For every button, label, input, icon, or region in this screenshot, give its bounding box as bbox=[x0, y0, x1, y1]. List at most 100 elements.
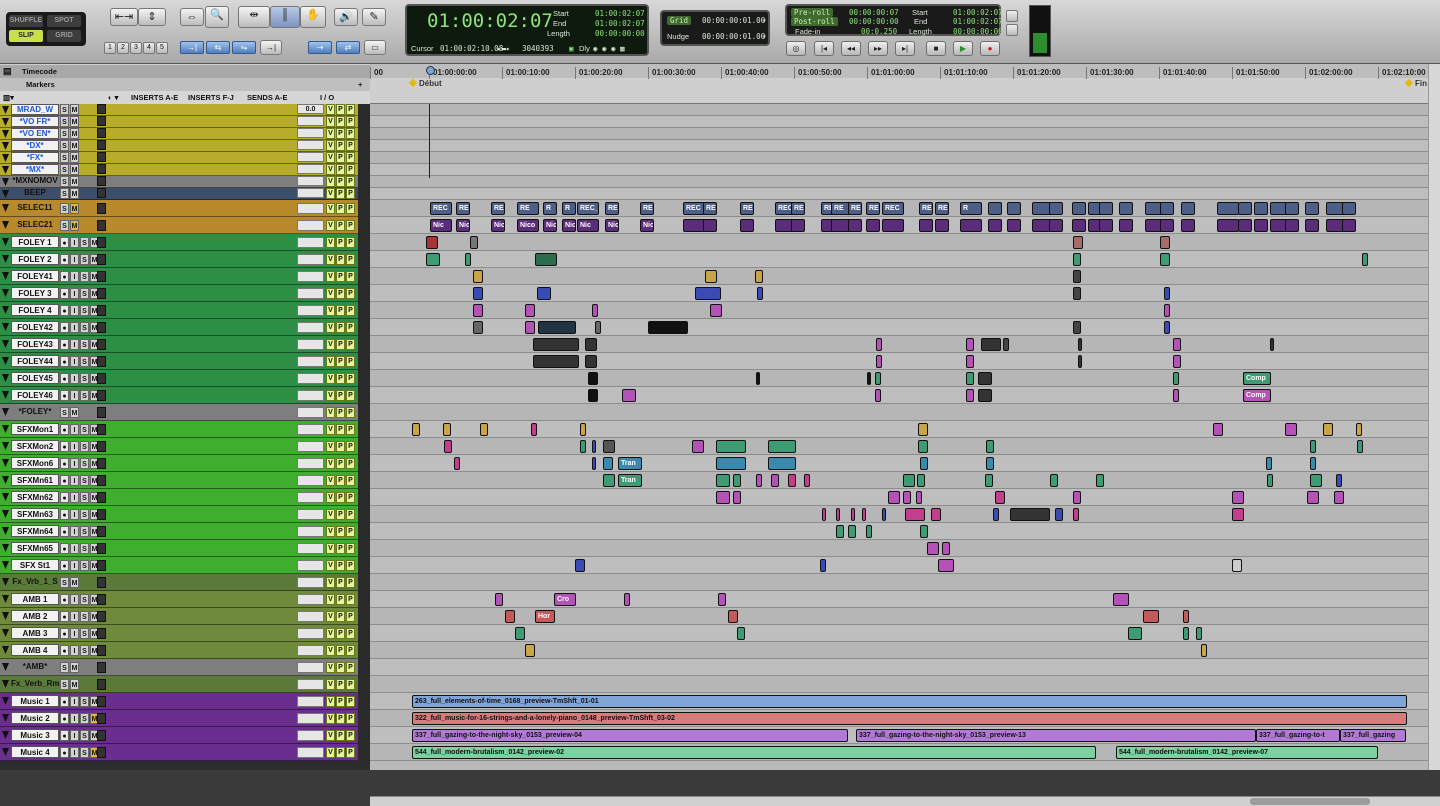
track-expand-icon[interactable] bbox=[2, 493, 9, 501]
audio-clip[interactable] bbox=[733, 491, 741, 504]
edit-window-timeline[interactable]: RECREC_07RECRERRREC_10-04RECRERECRECREC_… bbox=[370, 104, 1428, 770]
audio-clip[interactable] bbox=[588, 389, 598, 402]
mute-button[interactable]: M bbox=[70, 152, 79, 163]
input-monitor-button[interactable]: I bbox=[70, 730, 79, 741]
audio-clip[interactable]: REC bbox=[882, 202, 904, 215]
pan-button[interactable]: P bbox=[336, 679, 345, 690]
solo-button[interactable]: S bbox=[80, 526, 89, 537]
audio-clip[interactable] bbox=[1164, 321, 1170, 334]
fast-forward-icon[interactable]: ▸▸ bbox=[868, 41, 888, 56]
audio-clip[interactable] bbox=[876, 355, 882, 368]
track-lane[interactable] bbox=[370, 140, 1428, 152]
track-state-buttons[interactable]: ● I S M bbox=[60, 560, 100, 571]
audio-clip[interactable] bbox=[1119, 202, 1133, 215]
insert-slot[interactable] bbox=[97, 271, 106, 282]
audio-clip[interactable] bbox=[592, 457, 596, 470]
audio-clip[interactable] bbox=[444, 440, 452, 453]
pan-button-2[interactable]: P bbox=[346, 662, 355, 673]
track-header[interactable]: MRAD_W S M 0.0 V P P bbox=[0, 104, 358, 116]
pan-button-2[interactable]: P bbox=[346, 288, 355, 299]
pan-button-2[interactable]: P bbox=[346, 164, 355, 175]
track-header[interactable]: SELEC11 S M V P P bbox=[0, 200, 358, 217]
track-name[interactable]: SFXMn65 bbox=[11, 542, 59, 554]
audio-clip[interactable] bbox=[942, 542, 950, 555]
voice-selector[interactable]: VPP bbox=[326, 128, 356, 139]
input-monitor-button[interactable]: I bbox=[70, 475, 79, 486]
add-marker-icon[interactable]: + bbox=[358, 78, 362, 91]
input-monitor-button[interactable]: I bbox=[70, 458, 79, 469]
audio-clip[interactable]: R bbox=[543, 202, 557, 215]
pan-button[interactable]: P bbox=[336, 288, 345, 299]
track-lane[interactable] bbox=[370, 116, 1428, 128]
audio-clip[interactable] bbox=[1336, 474, 1342, 487]
track-lane[interactable] bbox=[370, 104, 1428, 116]
track-expand-icon[interactable] bbox=[2, 459, 9, 467]
audio-clip[interactable] bbox=[1310, 440, 1316, 453]
audio-clip[interactable] bbox=[1285, 219, 1299, 232]
track-header[interactable]: FOLEY 4 ● I S M V P P bbox=[0, 302, 358, 319]
track-header[interactable]: SFXMon2 ● I S M V P P bbox=[0, 438, 358, 455]
solo-button[interactable]: S bbox=[80, 441, 89, 452]
solo-button[interactable]: S bbox=[80, 339, 89, 350]
track-lane[interactable] bbox=[370, 268, 1428, 285]
track-expand-icon[interactable] bbox=[2, 510, 9, 518]
output-selector[interactable] bbox=[297, 679, 324, 690]
audio-clip[interactable]: 322_full_music-for-16-strings-and-a-lone… bbox=[412, 712, 1407, 725]
audio-clip[interactable]: Nicol bbox=[543, 219, 557, 232]
voice-selector[interactable]: VPP bbox=[326, 730, 356, 741]
solo-button[interactable]: S bbox=[60, 164, 69, 175]
pan-button[interactable]: P bbox=[336, 356, 345, 367]
voice-selector[interactable]: VPP bbox=[326, 271, 356, 282]
voice-button[interactable]: V bbox=[326, 475, 335, 486]
audio-clip[interactable] bbox=[1073, 321, 1081, 334]
record-enable-button[interactable]: ● bbox=[60, 458, 69, 469]
output-selector[interactable] bbox=[297, 305, 324, 316]
audio-clip[interactable]: Nic bbox=[577, 219, 599, 232]
voice-button[interactable]: V bbox=[326, 594, 335, 605]
track-lane[interactable] bbox=[370, 523, 1428, 540]
audio-clip[interactable] bbox=[862, 508, 866, 521]
track-header[interactable]: SFXMn64 ● I S M V P P bbox=[0, 523, 358, 540]
go-to-end-icon[interactable]: ▸| bbox=[895, 41, 915, 56]
record-enable-button[interactable]: ● bbox=[60, 441, 69, 452]
track-header[interactable]: *VO FR* S M V P P bbox=[0, 116, 358, 128]
input-monitor-button[interactable]: I bbox=[70, 288, 79, 299]
audio-clip[interactable] bbox=[1078, 355, 1082, 368]
voice-button[interactable]: V bbox=[326, 747, 335, 758]
insert-slot[interactable] bbox=[97, 237, 106, 248]
input-monitor-button[interactable]: I bbox=[70, 390, 79, 401]
track-state-buttons[interactable]: ● I S M bbox=[60, 339, 100, 350]
track-name[interactable]: SFXMon2 bbox=[11, 440, 59, 452]
track-name[interactable]: FOLEY44 bbox=[11, 355, 59, 367]
audio-clip[interactable] bbox=[848, 525, 856, 538]
track-header[interactable]: FOLEY 1 ● I S M V P P bbox=[0, 234, 358, 251]
track-state-buttons[interactable]: SM bbox=[60, 407, 80, 418]
insert-slot[interactable] bbox=[97, 730, 106, 741]
voice-button[interactable]: V bbox=[326, 577, 335, 588]
track-header[interactable]: *VO EN* S M V P P bbox=[0, 128, 358, 140]
output-selector[interactable] bbox=[297, 696, 324, 707]
track-header[interactable]: *FX* S M V P P bbox=[0, 152, 358, 164]
audio-clip[interactable] bbox=[515, 627, 525, 640]
main-counter[interactable]: 01:00:02:07 Start End Length 01:00:02:07… bbox=[405, 4, 649, 56]
insert-slot[interactable] bbox=[97, 679, 106, 690]
pan-button-2[interactable]: P bbox=[346, 560, 355, 571]
audio-clip[interactable] bbox=[1072, 202, 1086, 215]
track-name[interactable]: *VO FR* bbox=[11, 116, 59, 127]
track-name[interactable]: SFXMn62 bbox=[11, 491, 59, 503]
output-selector[interactable] bbox=[297, 356, 324, 367]
output-selector[interactable] bbox=[297, 458, 324, 469]
record-enable-button[interactable]: ● bbox=[60, 713, 69, 724]
track-name[interactable]: FOLEY46 bbox=[11, 389, 59, 401]
audio-clip[interactable] bbox=[920, 525, 928, 538]
record-enable-button[interactable]: ● bbox=[60, 747, 69, 758]
record-enable-button[interactable]: ● bbox=[60, 254, 69, 265]
pan-button-2[interactable]: P bbox=[346, 104, 355, 115]
track-expand-icon[interactable] bbox=[2, 544, 9, 552]
audio-clip[interactable] bbox=[585, 355, 597, 368]
pan-button[interactable]: P bbox=[336, 645, 345, 656]
track-name[interactable]: SELEC11 bbox=[11, 202, 59, 214]
audio-clip[interactable] bbox=[1266, 457, 1272, 470]
audio-clip[interactable] bbox=[622, 389, 636, 402]
audio-clip[interactable] bbox=[848, 219, 862, 232]
